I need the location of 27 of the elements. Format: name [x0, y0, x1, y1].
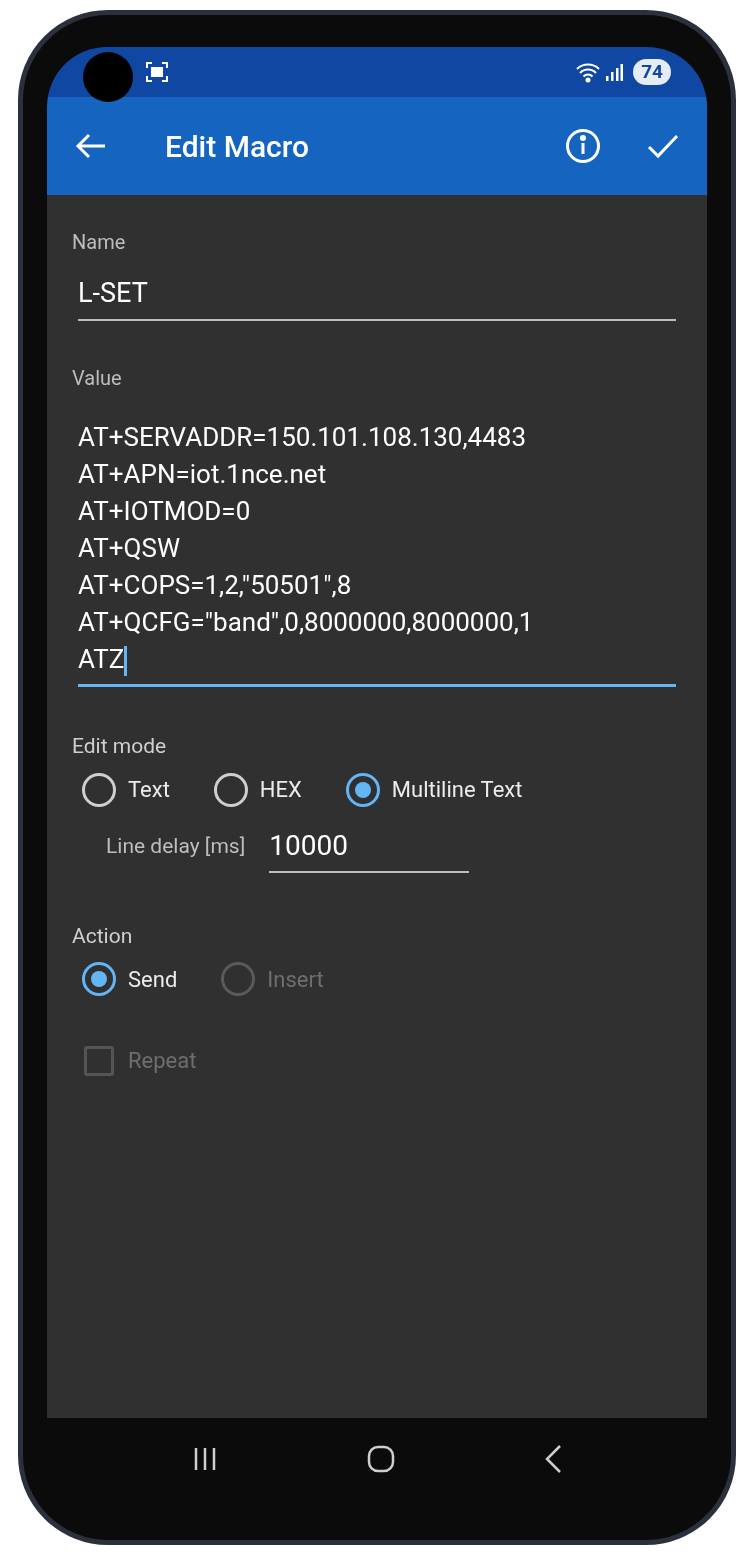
section-label: Action: [72, 922, 134, 950]
wifi-icon: [575, 61, 602, 83]
field-label: Name: [72, 229, 127, 256]
radio-label: HEX: [259, 776, 302, 804]
screenshot-icon: [145, 61, 169, 83]
info-icon[interactable]: [565, 128, 601, 164]
battery-level: 74: [633, 59, 671, 85]
field-label: Value: [72, 365, 123, 392]
back-arrow-icon[interactable]: [75, 132, 107, 160]
field-label: Line delay [ms]: [106, 833, 246, 860]
line-delay-field[interactable]: 10000: [269, 824, 470, 873]
radio-button[interactable]: [82, 962, 116, 996]
camera-icon: [83, 52, 133, 102]
section-label: Edit mode: [72, 733, 168, 760]
back-icon[interactable]: [543, 1444, 564, 1474]
radio-label: Send: [128, 965, 178, 994]
checkmark-icon[interactable]: [647, 133, 679, 159]
radio-label: Insert: [267, 965, 324, 994]
home-icon[interactable]: [366, 1444, 396, 1474]
radio-label: Multiline Text: [391, 776, 523, 804]
value-field[interactable]: AT+SERVADDR=150.101.108.130,4483 AT+APN=iot.1nce.net AT+IOTMOD=0 AT+QSW AT+COPS=1,2,"50501",8 AT+QCFG="band",0,8000000,8000000,1 ATZ: [78, 419, 676, 687]
radio-label: Text: [128, 776, 170, 804]
name-field[interactable]: L-SET: [78, 275, 676, 321]
signal-icon: [605, 62, 624, 82]
screen-title: Edit Macro: [165, 127, 309, 166]
radio-button[interactable]: [345, 772, 380, 807]
checkbox-label: Repeat: [128, 1047, 197, 1075]
